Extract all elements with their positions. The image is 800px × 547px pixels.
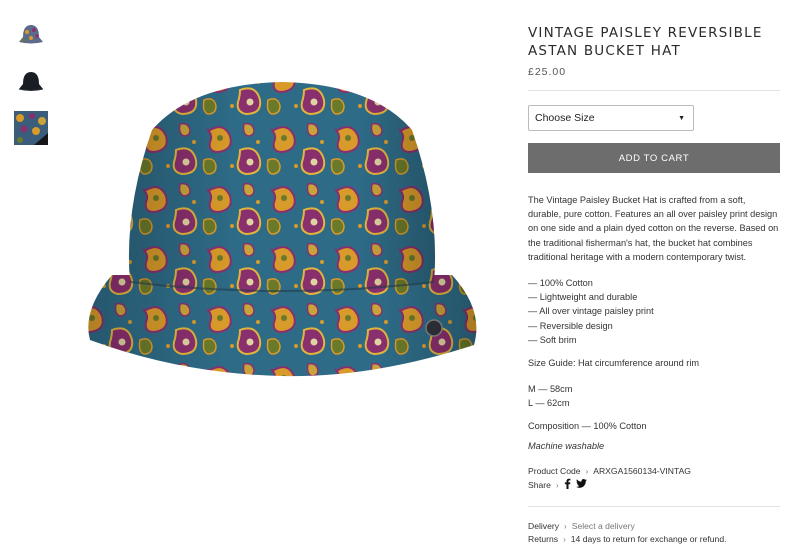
chevron-right-icon: › xyxy=(585,466,589,476)
thumbnail-paisley-hat[interactable] xyxy=(14,17,48,51)
delivery-value: Select a delivery xyxy=(571,520,635,531)
delivery-link[interactable]: Delivery › Select a delivery xyxy=(528,520,780,533)
returns-value: 14 days to return for exchange or refund… xyxy=(570,533,727,544)
product-title: VINTAGE PAISLEY REVERSIBLE ASTAN BUCKET … xyxy=(528,25,763,59)
facebook-icon[interactable] xyxy=(564,478,571,493)
product-description: The Vintage Paisley Bucket Hat is crafte… xyxy=(528,193,780,264)
chevron-right-icon: › xyxy=(555,480,559,490)
product-meta: Product Code › ARXGA1560134-VINTAG Share… xyxy=(528,465,780,493)
size-select[interactable]: Choose Size ▼ xyxy=(528,105,694,131)
returns-label: Returns xyxy=(528,533,559,544)
product-code-value: ARXGA1560134-VINTAG xyxy=(593,465,691,476)
product-info-panel: VINTAGE PAISLEY REVERSIBLE ASTAN BUCKET … xyxy=(528,24,780,546)
size-guide: Size Guide: Hat circumference around rim xyxy=(528,358,700,369)
size-list: M — 58cm L — 62cm xyxy=(528,382,780,410)
thumbnail-paisley-detail[interactable] xyxy=(14,111,48,145)
returns-link[interactable]: Returns › 14 days to return for exchange… xyxy=(528,533,780,546)
share-label: Share xyxy=(528,479,551,490)
thumbnail-black-hat[interactable] xyxy=(14,64,48,98)
product-price: £25.00 xyxy=(528,66,567,78)
share-row: Share › xyxy=(528,478,780,493)
add-to-cart-button[interactable]: ADD TO CART xyxy=(528,143,780,173)
product-main-image xyxy=(72,60,492,420)
product-code-label: Product Code xyxy=(528,465,581,476)
feature-item: — 100% Cotton xyxy=(528,278,593,289)
composition: Composition — 100% Cotton xyxy=(528,420,647,431)
product-code-row: Product Code › ARXGA1560134-VINTAG xyxy=(528,465,780,478)
care-instructions: Machine washable xyxy=(528,440,605,451)
size-item: M — 58cm xyxy=(528,384,573,395)
chevron-right-icon: › xyxy=(564,521,567,531)
twitter-icon[interactable] xyxy=(575,478,587,492)
description-text: The Vintage Paisley Bucket Hat is crafte… xyxy=(528,195,779,262)
chevron-right-icon: › xyxy=(563,534,566,544)
size-select-value: Choose Size xyxy=(535,112,595,124)
feature-item: — Soft brim xyxy=(528,334,577,345)
divider xyxy=(528,90,780,91)
feature-item: — Reversible design xyxy=(528,320,613,331)
delivery-returns: Delivery › Select a delivery Returns › 1… xyxy=(528,520,780,546)
caret-down-icon: ▼ xyxy=(678,114,685,122)
thumbnail-list xyxy=(14,17,50,158)
delivery-label: Delivery xyxy=(528,520,560,531)
divider xyxy=(528,505,780,507)
feature-list: — 100% Cotton — Lightweight and durable … xyxy=(528,276,780,347)
size-item: L — 62cm xyxy=(528,398,570,409)
feature-item: — Lightweight and durable xyxy=(528,292,638,303)
feature-item: — All over vintage paisley print xyxy=(528,306,654,317)
